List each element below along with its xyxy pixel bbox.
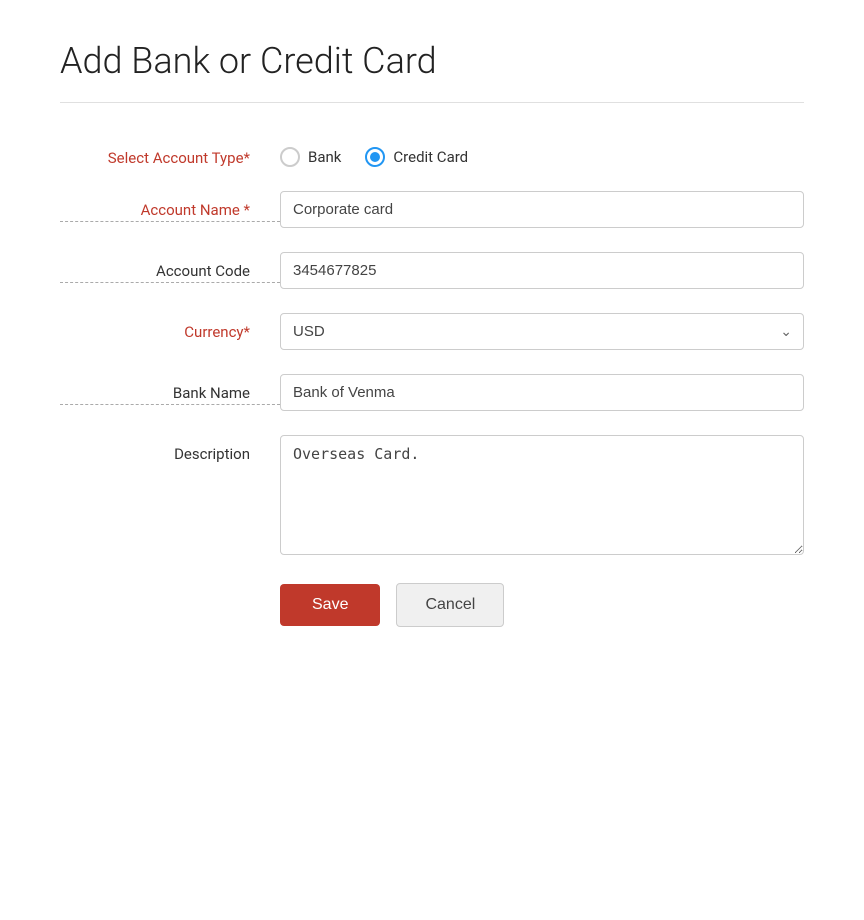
button-row: Save Cancel	[60, 583, 804, 627]
bank-name-input[interactable]	[280, 374, 804, 411]
account-name-row: Account Name *	[60, 191, 804, 228]
radio-bank-label: Bank	[308, 148, 341, 166]
account-code-wrap	[280, 252, 804, 289]
save-button[interactable]: Save	[280, 584, 380, 626]
radio-option-bank[interactable]: Bank	[280, 147, 341, 167]
currency-select-wrap: USD EUR GBP AUD CAD ⌄	[280, 313, 804, 350]
radio-bank[interactable]	[280, 147, 300, 167]
account-code-input[interactable]	[280, 252, 804, 289]
account-type-controls: Bank Credit Card	[280, 139, 804, 167]
page-title: Add Bank or Credit Card	[60, 40, 804, 82]
description-wrap: Overseas Card.	[280, 435, 804, 559]
bank-name-wrap	[280, 374, 804, 411]
account-type-label: Select Account Type*	[60, 139, 280, 167]
account-name-input[interactable]	[280, 191, 804, 228]
currency-wrap: USD EUR GBP AUD CAD ⌄	[280, 313, 804, 350]
account-name-wrap	[280, 191, 804, 228]
account-code-label: Account Code	[60, 252, 280, 283]
description-row: Description Overseas Card.	[60, 435, 804, 559]
account-code-row: Account Code	[60, 252, 804, 289]
currency-select[interactable]: USD EUR GBP AUD CAD	[280, 313, 804, 350]
radio-group-account-type: Bank Credit Card	[280, 139, 804, 167]
radio-option-credit-card[interactable]: Credit Card	[365, 147, 468, 167]
radio-credit-card-label: Credit Card	[393, 148, 468, 166]
divider	[60, 102, 804, 103]
account-name-label: Account Name *	[60, 191, 280, 222]
account-type-row: Select Account Type* Bank Credit Card	[60, 139, 804, 167]
radio-credit-card[interactable]	[365, 147, 385, 167]
bank-name-row: Bank Name	[60, 374, 804, 411]
currency-row: Currency* USD EUR GBP AUD CAD ⌄	[60, 313, 804, 350]
form-container: Select Account Type* Bank Credit Card Ac…	[60, 139, 804, 627]
cancel-button[interactable]: Cancel	[396, 583, 504, 627]
bank-name-label: Bank Name	[60, 374, 280, 405]
currency-label: Currency*	[60, 313, 280, 341]
description-textarea[interactable]: Overseas Card.	[280, 435, 804, 555]
description-label: Description	[60, 435, 280, 463]
